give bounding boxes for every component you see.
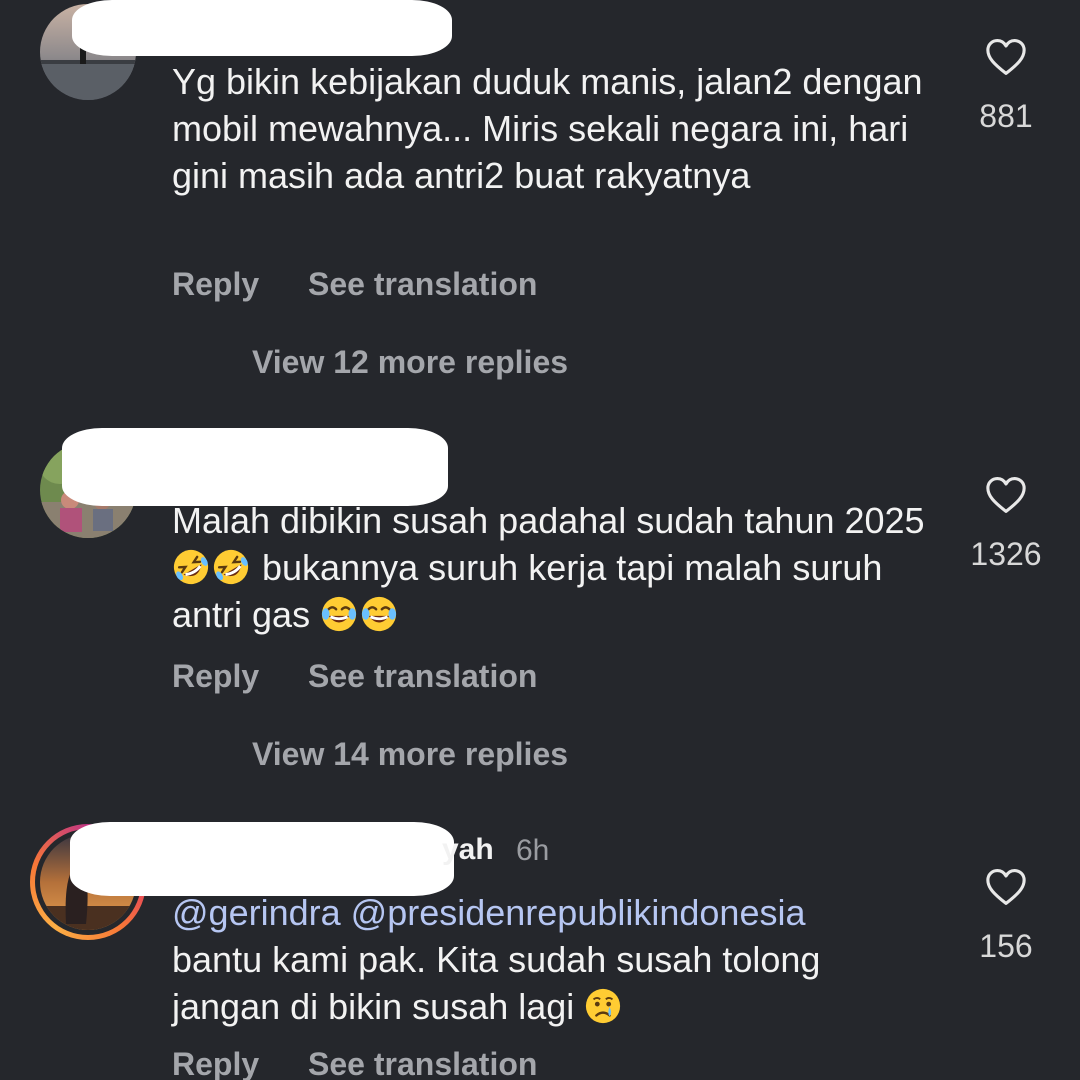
comments-screen: Yg bikin kebijakan duduk manis, jalan2 d… [0,0,1080,1080]
tears-of-joy-emoji-icon [321,596,357,632]
comment-text: Yg bikin kebijakan duduk manis, jalan2 d… [172,61,923,196]
comment-text-part: Malah dibikin susah padahal sudah tahun … [172,500,925,541]
comment-text-part: bantu kami pak. Kita sudah susah tolong … [172,939,821,1027]
crying-face-emoji-icon [586,988,621,1024]
like-control: 881 [946,38,1066,135]
reply-button[interactable]: Reply [172,266,259,303]
username[interactable]: yah [442,833,494,867]
comment-text-part: bukannya suruh kerja tapi malah suruh an… [172,547,883,635]
see-translation-button[interactable]: See translation [308,266,537,303]
like-control: 1326 [946,476,1066,573]
view-more-replies-button[interactable]: View 14 more replies [252,736,568,773]
like-count: 156 [979,928,1033,964]
comment-actions: Reply See translation [172,1046,577,1080]
view-more-replies-button[interactable]: View 12 more replies [252,344,568,381]
heart-icon[interactable] [985,476,1027,514]
comment-actions: Reply See translation [172,658,577,695]
see-translation-button[interactable]: See translation [308,658,537,695]
heart-icon[interactable] [985,868,1027,906]
username-redaction [62,428,448,506]
username-redaction [72,0,452,56]
comment-text: @gerindra @presidenrepublikindonesia bant… [172,889,932,1030]
heart-icon[interactable] [985,38,1027,76]
see-translation-button[interactable]: See translation [308,1046,537,1080]
rolling-laughing-emoji-icon [173,549,209,585]
reply-button[interactable]: Reply [172,658,259,695]
comment-timestamp: 6h [516,834,550,867]
comment-text: Malah dibikin susah padahal sudah tahun … [172,497,932,638]
like-count: 1326 [970,536,1042,572]
username-redaction [70,822,454,896]
mention-link[interactable]: @presidenrepublikindonesia [351,892,806,933]
like-count: 881 [979,98,1033,134]
tears-of-joy-emoji-icon [361,596,397,632]
comment-actions: Reply See translation [172,266,577,303]
reply-button[interactable]: Reply [172,1046,259,1080]
mention-link[interactable]: @gerindra [172,892,341,933]
like-control: 156 [946,868,1066,965]
rolling-laughing-emoji-icon [213,549,249,585]
